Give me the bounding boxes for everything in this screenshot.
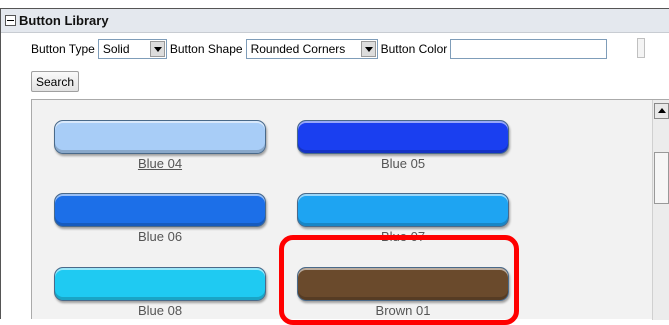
button-shape-select[interactable]: Rounded Corners [245, 39, 378, 59]
filter-bar: Button Type Solid Button Shape Rounded C… [31, 38, 608, 60]
button-caption-blue-08[interactable]: Blue 08 [54, 303, 266, 318]
gallery-scrollbar[interactable] [652, 100, 669, 320]
collapse-icon[interactable] [5, 15, 16, 26]
button-caption-blue-05[interactable]: Blue 05 [297, 156, 509, 171]
scroll-up-icon[interactable] [654, 103, 669, 119]
highlight-annotation [279, 235, 519, 325]
chevron-down-icon[interactable] [360, 41, 376, 57]
color-picker-button[interactable] [637, 38, 645, 58]
button-sample-blue-04[interactable] [54, 120, 266, 154]
button-sample-blue-08[interactable] [54, 267, 266, 301]
button-sample-blue-07[interactable] [297, 193, 509, 227]
button-shape-label: Button Shape [169, 42, 243, 56]
button-shape-value: Rounded Corners [250, 42, 346, 56]
button-type-value: Solid [102, 42, 130, 56]
button-color-label: Button Color [380, 42, 448, 56]
button-sample-blue-05[interactable] [297, 120, 509, 154]
button-sample-blue-06[interactable] [54, 193, 266, 227]
panel-title: Button Library [19, 13, 109, 28]
search-button[interactable]: Search [31, 71, 80, 92]
button-caption-blue-04[interactable]: Blue 04 [54, 156, 266, 171]
button-type-select[interactable]: Solid [97, 39, 167, 59]
button-caption-blue-06[interactable]: Blue 06 [54, 229, 266, 244]
chevron-down-icon[interactable] [149, 41, 165, 57]
panel-header: Button Library [1, 9, 669, 33]
button-type-label: Button Type [31, 42, 95, 56]
button-color-input[interactable] [450, 39, 608, 59]
scroll-thumb[interactable] [654, 152, 669, 204]
